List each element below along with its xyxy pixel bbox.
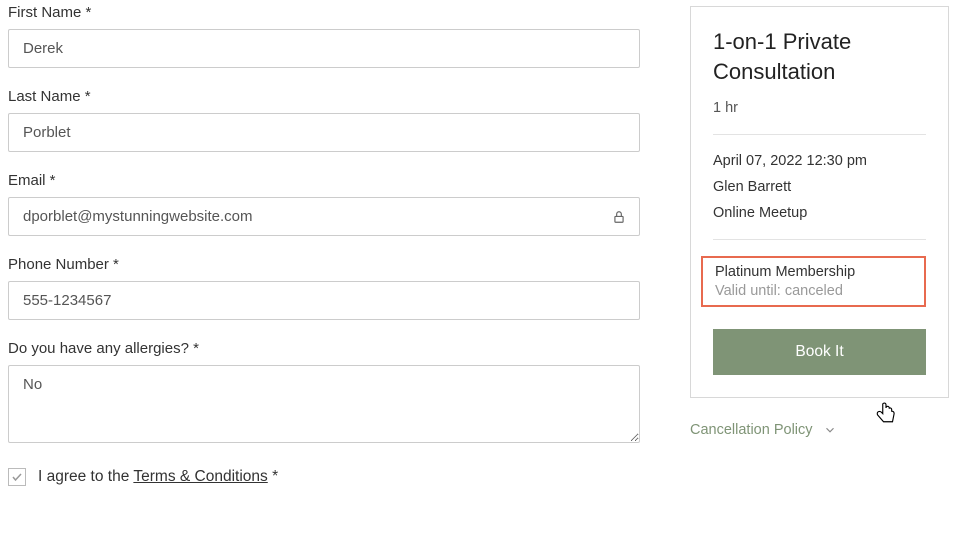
- agree-prefix: I agree to the: [38, 468, 133, 485]
- first-name-input[interactable]: [8, 29, 640, 68]
- last-name-label: Last Name *: [8, 88, 640, 105]
- phone-input[interactable]: [8, 281, 640, 320]
- checkmark-icon: [11, 471, 23, 483]
- cancellation-label: Cancellation Policy: [690, 422, 813, 438]
- terms-link[interactable]: Terms & Conditions: [133, 468, 267, 485]
- email-label: Email *: [8, 172, 640, 189]
- service-duration: 1 hr: [713, 100, 926, 116]
- chevron-down-icon: [823, 423, 837, 437]
- booking-staff: Glen Barrett: [713, 179, 926, 195]
- first-name-label: First Name *: [8, 4, 640, 21]
- allergies-input[interactable]: No: [8, 365, 640, 443]
- booking-location: Online Meetup: [713, 205, 926, 221]
- booking-form: First Name * Last Name * Email * Phone N…: [8, 4, 640, 486]
- booking-summary: 1-on-1 Private Consultation 1 hr April 0…: [690, 6, 949, 398]
- terms-text: I agree to the Terms & Conditions *: [38, 468, 278, 486]
- lock-icon: [612, 210, 626, 224]
- membership-highlight: Platinum Membership Valid until: cancele…: [701, 256, 926, 307]
- email-input[interactable]: [8, 197, 640, 236]
- phone-label: Phone Number *: [8, 256, 640, 273]
- allergies-label: Do you have any allergies? *: [8, 340, 640, 357]
- membership-validity: Valid until: canceled: [715, 283, 916, 299]
- book-it-button[interactable]: Book It: [713, 329, 926, 375]
- last-name-input[interactable]: [8, 113, 640, 152]
- service-title: 1-on-1 Private Consultation: [713, 27, 926, 86]
- membership-name: Platinum Membership: [715, 264, 916, 280]
- divider: [713, 239, 926, 240]
- cancellation-policy-toggle[interactable]: Cancellation Policy: [690, 422, 949, 438]
- agree-suffix: *: [268, 468, 278, 485]
- terms-checkbox[interactable]: [8, 468, 26, 486]
- booking-datetime: April 07, 2022 12:30 pm: [713, 153, 926, 169]
